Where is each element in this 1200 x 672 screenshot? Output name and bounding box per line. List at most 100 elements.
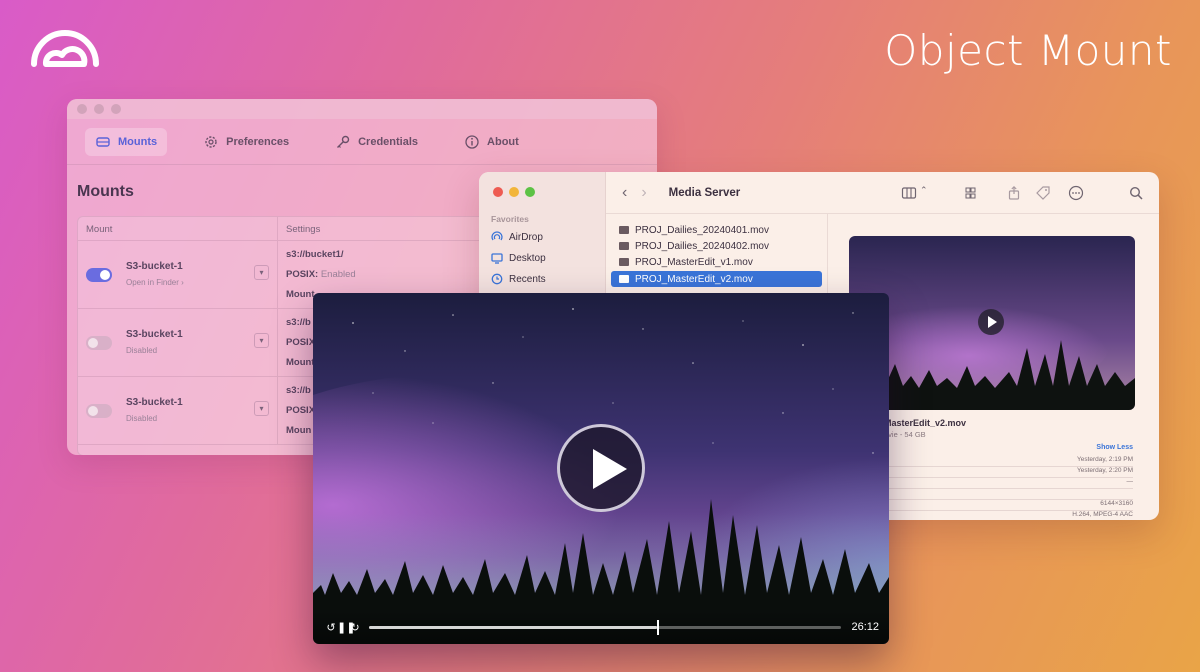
play-button[interactable]	[557, 424, 645, 512]
file-name: PROJ_MasterEdit_v1.mov	[635, 256, 753, 268]
chevron-down-icon: ▾	[259, 268, 264, 277]
movie-file-icon	[619, 242, 629, 250]
tab-preferences[interactable]: Preferences	[193, 128, 299, 156]
mount-label: Mount	[286, 357, 315, 368]
metadata-row: Yesterday, 2:20 PM	[883, 467, 1133, 478]
favorites-section-label: Favorites	[491, 214, 529, 224]
mount-toggle[interactable]	[86, 404, 112, 418]
metadata-row: —	[883, 478, 1133, 489]
thumbnail-play-button[interactable]	[978, 309, 1004, 335]
column-header-settings: Settings	[286, 224, 321, 235]
expand-row-button[interactable]: ▾	[254, 401, 269, 416]
forward-icon[interactable]: ↻	[349, 621, 361, 634]
sidebar-item-desktop[interactable]: Desktop	[491, 252, 546, 264]
share-icon[interactable]	[1006, 185, 1022, 201]
player-controls: ↺ ❚❚ ↻ 26:12	[313, 610, 889, 644]
posix-label: POSIX:	[286, 269, 319, 280]
mount-label: Moun	[286, 425, 312, 436]
zoom-window-button[interactable]	[525, 187, 535, 197]
posix-label: POSIX	[286, 337, 316, 348]
bucket-path: s3://b	[286, 317, 311, 328]
mount-name: S3-bucket-1	[126, 329, 183, 340]
sidebar-item-label: Desktop	[509, 252, 546, 264]
finder-title: Media Server	[668, 186, 741, 199]
airdrop-icon	[491, 231, 503, 241]
grid-view-icon[interactable]	[964, 185, 980, 201]
metadata-row: Yesterday, 2:19 PM	[883, 456, 1133, 467]
table-header: Mount Settings	[78, 217, 496, 241]
metadata-row	[883, 489, 1133, 500]
mount-name: S3-bucket-1	[126, 397, 183, 408]
file-item[interactable]: PROJ_Dailies_20240402.mov	[611, 238, 822, 254]
info-icon	[465, 134, 479, 149]
file-item-selected[interactable]: PROJ_MasterEdit_v2.mov	[611, 271, 822, 287]
finder-toolbar: ‹ › Media Server ⌃	[606, 172, 1159, 214]
file-name: PROJ_MasterEdit_v2.mov	[635, 273, 753, 285]
forward-button[interactable]: ›	[641, 184, 646, 202]
scrubber-handle[interactable]	[657, 619, 660, 635]
sidebar-item-label: AirDrop	[509, 231, 543, 243]
mount-status: Disabled	[126, 346, 158, 355]
desktop-icon	[491, 253, 503, 264]
column-header-mount: Mount	[78, 217, 278, 240]
pause-icon[interactable]: ❚❚	[337, 621, 355, 634]
key-icon	[337, 135, 350, 148]
sidebar-item-label: Recents	[509, 273, 546, 285]
tab-preferences-label: Preferences	[226, 135, 290, 148]
movie-file-icon	[619, 275, 629, 283]
view-options-chevron-icon: ⌃	[920, 185, 928, 195]
show-less-link[interactable]: Show Less	[1096, 444, 1133, 451]
scrubber-track[interactable]	[369, 619, 842, 635]
close-window-button[interactable]	[493, 187, 503, 197]
tag-icon[interactable]	[1035, 185, 1051, 201]
file-name: PROJ_Dailies_20240402.mov	[635, 240, 769, 252]
bucket-path: s3://bucket1/	[286, 249, 344, 260]
replay-icon[interactable]: ↺	[325, 621, 337, 634]
bucket-path: s3://b	[286, 385, 311, 396]
chevron-down-icon: ▾	[259, 404, 264, 413]
tab-about-label: About	[487, 135, 519, 148]
more-icon[interactable]	[1068, 185, 1084, 201]
gear-icon	[205, 135, 217, 148]
tab-credentials-label: Credentials	[358, 135, 419, 148]
minimize-window-button[interactable]	[94, 104, 104, 114]
settings-tab-bar: Mounts Preferences Credentials About	[67, 119, 657, 165]
open-in-finder-link[interactable]: Open in Finder ›	[126, 278, 184, 287]
file-name: PROJ_Dailies_20240401.mov	[635, 224, 769, 236]
posix-value: Enabled	[320, 269, 356, 280]
drive-icon	[96, 136, 110, 147]
back-button[interactable]: ‹	[622, 184, 627, 202]
product-title: Object Mount	[884, 26, 1172, 75]
mount-toggle[interactable]	[86, 336, 112, 350]
tab-mounts[interactable]: Mounts	[85, 127, 168, 156]
metadata-row: 6144×3160	[883, 500, 1133, 511]
scrubber-progress	[369, 625, 658, 629]
sidebar-item-airdrop[interactable]: AirDrop	[491, 231, 543, 243]
settings-titlebar	[67, 99, 657, 119]
tab-credentials[interactable]: Credentials	[325, 128, 428, 156]
video-player[interactable]: ↺ ❚❚ ↻ 26:12	[313, 293, 889, 644]
zoom-window-button[interactable]	[111, 104, 121, 114]
metadata-row: H.264, MPEG-4 AAC	[883, 511, 1133, 520]
column-view-icon[interactable]	[901, 185, 917, 201]
tab-mounts-label: Mounts	[118, 135, 158, 148]
sidebar-item-recents[interactable]: Recents	[491, 273, 546, 285]
minimize-window-button[interactable]	[509, 187, 519, 197]
expand-row-button[interactable]: ▾	[254, 333, 269, 348]
mount-toggle[interactable]	[86, 268, 112, 282]
tab-about[interactable]: About	[454, 128, 529, 156]
mount-status: Disabled	[126, 414, 158, 423]
mount-name: S3-bucket-1	[126, 261, 183, 272]
play-icon	[988, 316, 997, 328]
posix-label: POSIX	[286, 405, 316, 416]
movie-file-icon	[619, 226, 629, 234]
video-thumbnail[interactable]	[849, 236, 1135, 410]
close-window-button[interactable]	[77, 104, 87, 114]
expand-row-button[interactable]: ▾	[254, 265, 269, 280]
movie-file-icon	[619, 258, 629, 266]
file-item[interactable]: PROJ_Dailies_20240401.mov	[611, 222, 822, 238]
cloud-arch-logo-icon	[31, 30, 99, 67]
file-item[interactable]: PROJ_MasterEdit_v1.mov	[611, 254, 822, 270]
clock-icon	[491, 273, 503, 285]
search-icon[interactable]	[1128, 185, 1144, 201]
